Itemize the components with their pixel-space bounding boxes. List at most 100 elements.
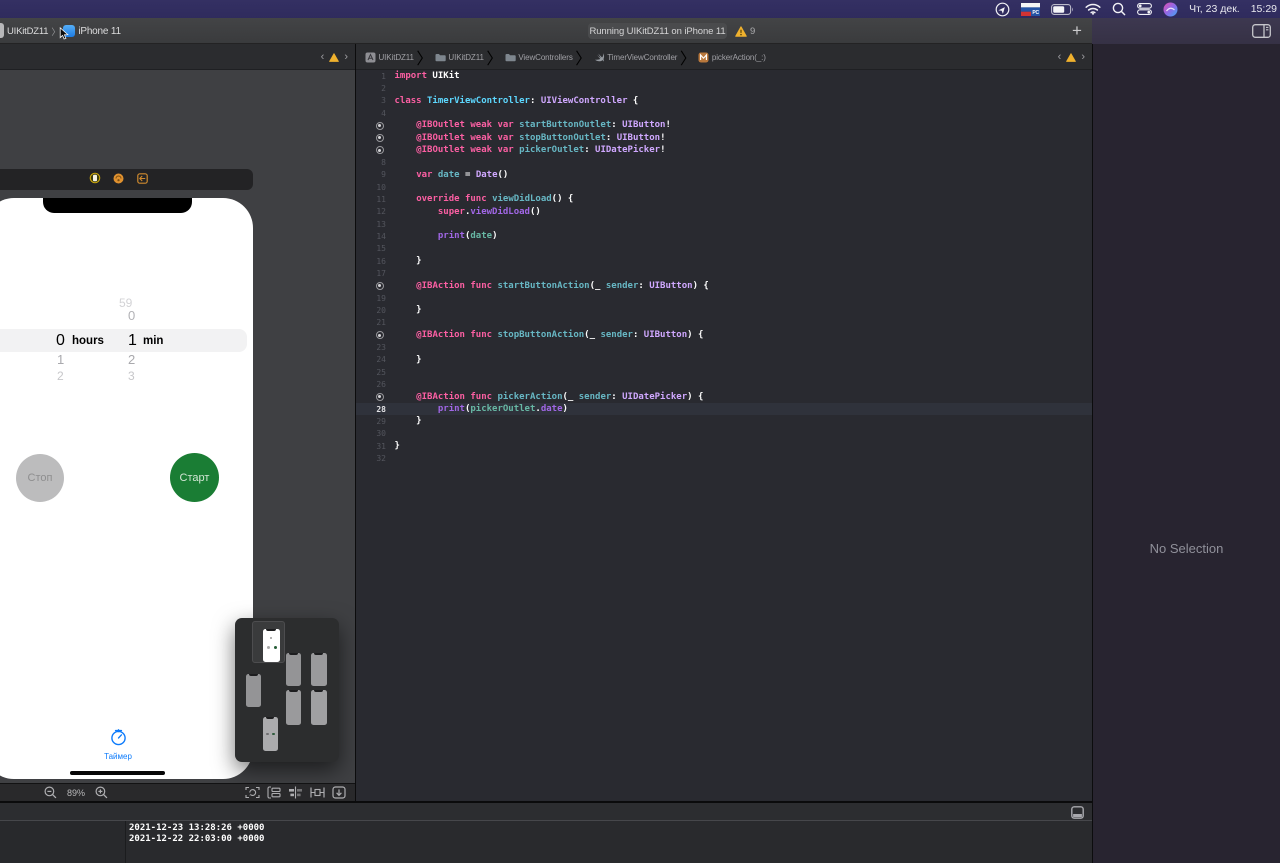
code-line[interactable]: 12 super.viewDidLoad() <box>356 206 1092 218</box>
connection-well-icon[interactable] <box>375 133 384 142</box>
control-center-icon[interactable] <box>1137 3 1153 15</box>
breadcrumb-item[interactable]: UIKitDZ11 <box>435 53 484 62</box>
stop-button[interactable]: Стоп <box>16 454 64 502</box>
minimap-scene-thumbnail[interactable] <box>310 653 327 686</box>
battery-icon[interactable] <box>1051 3 1074 15</box>
breadcrumb-item[interactable]: ViewControllers <box>505 53 573 62</box>
minimap-selected-scene[interactable] <box>251 621 285 663</box>
line-number: 19 <box>376 293 386 303</box>
run-destination-menu[interactable]: iPhone 11 <box>78 26 121 37</box>
breadcrumb-item[interactable]: pickerAction(_:) <box>698 52 766 63</box>
code-line[interactable]: 2 <box>356 82 1092 94</box>
code-line[interactable]: 22 @IBAction func stopButtonAction(_ sen… <box>356 329 1092 341</box>
code-line[interactable]: 21 <box>356 317 1092 329</box>
source-editor[interactable]: 1 import UIKit 2 3 class TimerViewController… <box>356 70 1092 801</box>
code-line[interactable]: 10 <box>356 181 1092 193</box>
code-line[interactable]: 26 <box>356 378 1092 390</box>
ib-issue-icon[interactable] <box>329 52 340 62</box>
menu-bar: РС Чт, 23 дек. 15:29 <box>0 0 1280 18</box>
location-icon[interactable] <box>995 2 1010 17</box>
code-text: override func viewDidLoad() { <box>416 194 574 205</box>
code-line[interactable]: 7 @IBOutlet weak var pickerOutlet: UIDat… <box>356 144 1092 156</box>
code-line[interactable]: 15 <box>356 243 1092 255</box>
ib-back-button[interactable]: ‹ <box>321 51 325 63</box>
zoom-level[interactable]: 89% <box>67 788 85 798</box>
warning-issues-badge[interactable]: 9 <box>735 23 755 39</box>
first-responder-icon[interactable] <box>113 171 124 189</box>
debug-console[interactable]: 2021-12-23 13:28:26 +0000 2021-12-22 22:… <box>0 820 1092 863</box>
add-constraints-button[interactable] <box>310 786 325 799</box>
keyboard-layout-ru-icon[interactable]: РС <box>1021 2 1041 16</box>
code-line[interactable]: 9 var date = Date() <box>356 169 1092 181</box>
siri-icon[interactable] <box>1163 2 1178 17</box>
console-log: 2021-12-23 13:28:26 +0000 2021-12-22 22:… <box>129 823 265 844</box>
code-line[interactable]: 16 } <box>356 255 1092 267</box>
storyboard-minimap[interactable] <box>235 618 339 762</box>
code-line[interactable]: 20 } <box>356 304 1092 316</box>
spotlight-icon[interactable] <box>1112 2 1126 16</box>
tab-bar-item-timer[interactable]: Таймер <box>78 729 158 761</box>
storyboard-canvas[interactable]: 59 0 0 hours 1 min 1 2 2 3 Стоп Старт Та… <box>0 70 355 783</box>
code-line[interactable]: 18 @IBAction func startButtonAction(_ se… <box>356 280 1092 292</box>
wifi-icon[interactable] <box>1085 3 1101 15</box>
code-line[interactable]: 25 <box>356 366 1092 378</box>
line-number: 11 <box>376 194 386 204</box>
connection-well-icon[interactable] <box>375 281 384 290</box>
menu-bar-date[interactable]: Чт, 23 дек. <box>1189 3 1240 15</box>
code-text: @IBAction func pickerAction(_ sender: UI… <box>416 391 704 402</box>
zoom-in-button[interactable] <box>95 786 108 799</box>
variables-view[interactable] <box>0 821 126 863</box>
iphone-scene[interactable]: 59 0 0 hours 1 min 1 2 2 3 Стоп Старт Та… <box>0 198 253 779</box>
code-line[interactable]: 28 print(pickerOutlet.date) <box>356 402 1092 416</box>
code-line[interactable]: 11 override func viewDidLoad() { <box>356 193 1092 205</box>
minimap-scene-thumbnail[interactable] <box>263 716 278 751</box>
view-controller-icon[interactable] <box>89 171 101 189</box>
iphone-notch <box>43 198 192 213</box>
code-line[interactable]: 6 @IBOutlet weak var stopButtonOutlet: U… <box>356 132 1092 144</box>
align-button[interactable] <box>288 786 303 799</box>
code-line[interactable]: 14 print(date) <box>356 230 1092 242</box>
inspector-toggle-button[interactable] <box>1252 24 1271 43</box>
connection-well-icon[interactable] <box>375 392 384 401</box>
code-line[interactable]: 1 import UIKit <box>356 70 1092 82</box>
code-line[interactable]: 8 <box>356 156 1092 168</box>
menu-bar-clock[interactable]: 15:29 <box>1251 3 1277 15</box>
code-line[interactable]: 4 <box>356 107 1092 119</box>
code-line[interactable]: 23 <box>356 341 1092 353</box>
exit-segue-icon[interactable] <box>137 171 148 189</box>
minimap-scene-thumbnail[interactable] <box>286 653 301 686</box>
activity-viewer[interactable]: Running UIKitDZ11 on iPhone 11 <box>588 23 727 39</box>
code-issue-icon[interactable] <box>1066 52 1077 62</box>
code-line[interactable]: 17 <box>356 267 1092 279</box>
resolve-autolayout-button[interactable] <box>332 786 346 799</box>
start-button[interactable]: Старт <box>170 453 219 502</box>
line-number: 2 <box>381 83 386 93</box>
code-line[interactable]: 13 <box>356 218 1092 230</box>
connection-well-icon[interactable] <box>375 146 384 155</box>
code-forward-button[interactable]: › <box>1081 51 1085 63</box>
connection-well-icon[interactable] <box>375 331 384 340</box>
breadcrumb-item[interactable]: UIKitDZ11 <box>365 52 414 63</box>
code-line[interactable]: 29 } <box>356 415 1092 427</box>
code-line[interactable]: 32 <box>356 452 1092 464</box>
ib-forward-button[interactable]: › <box>344 51 348 63</box>
zoom-out-button[interactable] <box>44 786 57 799</box>
minimap-scene-thumbnail[interactable] <box>245 674 261 707</box>
code-line[interactable]: 3 class TimerViewController: UIViewContro… <box>356 95 1092 107</box>
code-line[interactable]: 5 @IBOutlet weak var startButtonOutlet: … <box>356 119 1092 131</box>
scheme-menu[interactable]: UIKitDZ11 <box>7 26 49 37</box>
code-line[interactable]: 27 @IBAction func pickerAction(_ sender:… <box>356 391 1092 403</box>
code-back-button[interactable]: ‹ <box>1058 51 1062 63</box>
embed-in-stack-button[interactable] <box>267 786 281 799</box>
code-line[interactable]: 31} <box>356 440 1092 452</box>
code-line[interactable]: 30 <box>356 428 1092 440</box>
mouse-cursor <box>59 27 69 40</box>
minimap-scene-thumbnail[interactable] <box>310 690 327 725</box>
library-button[interactable]: + <box>1066 18 1088 44</box>
minimap-scene-thumbnail[interactable] <box>286 690 301 725</box>
breadcrumb-item[interactable]: TimerViewController <box>594 52 677 63</box>
code-line[interactable]: 19 <box>356 292 1092 304</box>
code-line[interactable]: 24 } <box>356 354 1092 366</box>
update-frames-button[interactable] <box>245 786 260 799</box>
connection-well-icon[interactable] <box>375 121 384 130</box>
